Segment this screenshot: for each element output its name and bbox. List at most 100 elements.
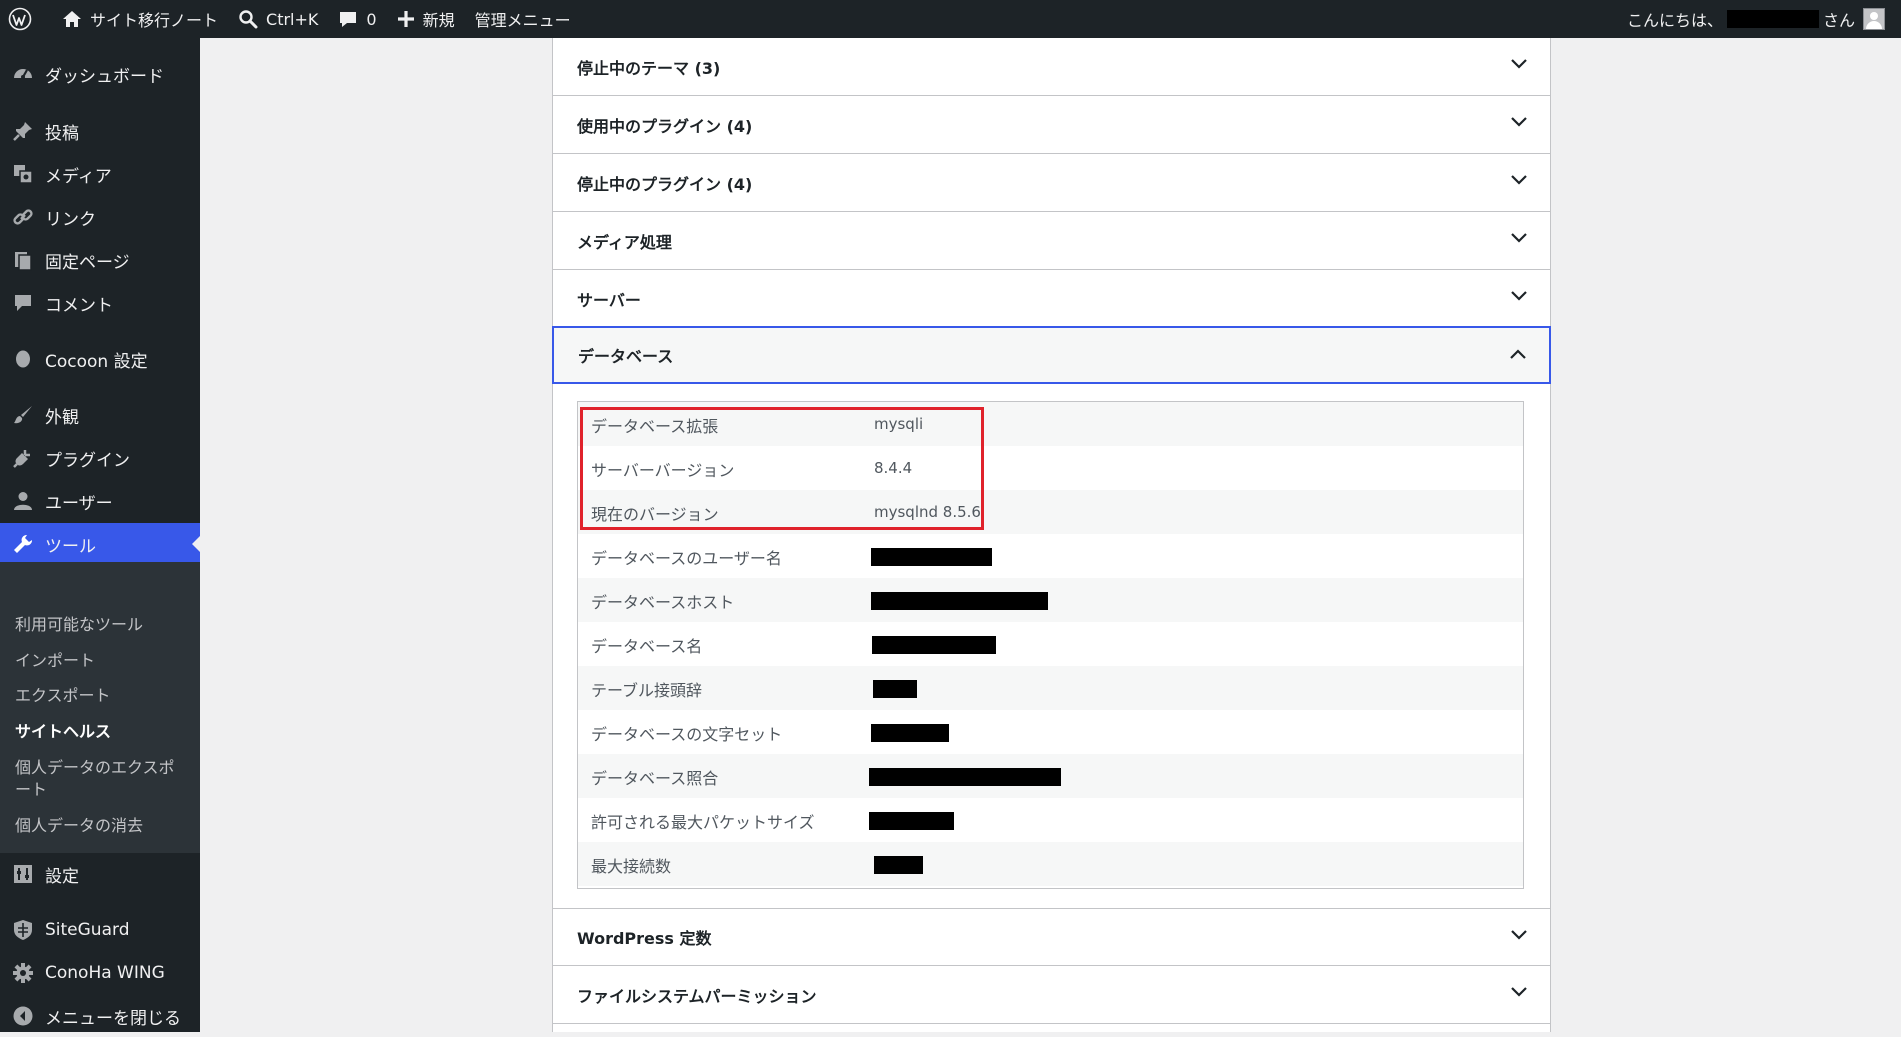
sidebar-item-plugins[interactable]: プラグイン — [0, 437, 200, 479]
tools-submenu: 利用可能なツール インポート エクスポート サイトヘルス 個人データのエクスポ … — [0, 562, 200, 853]
comment-icon — [340, 12, 357, 27]
chevron-down-icon — [1511, 291, 1527, 301]
redacted-value — [873, 680, 917, 698]
row-key: データベース照合 — [591, 769, 719, 788]
table-row: 現在のバージョン mysqlnd 8.5.6 — [578, 490, 1523, 534]
row-key: データベースのユーザー名 — [591, 549, 782, 568]
home-icon — [63, 11, 81, 27]
row-key: 最大接続数 — [591, 857, 672, 876]
sidebar-item-label: メディア — [45, 166, 112, 187]
sidebar-item-pages[interactable]: 固定ページ — [0, 239, 200, 281]
row-value: 8.4.4 — [874, 459, 913, 477]
sidebar-item-conoha-wing[interactable]: ConoHa WING — [0, 952, 200, 994]
sidebar-item-media[interactable]: メディア — [0, 153, 200, 195]
accordion-filesystem-permissions[interactable]: ファイルシステムパーミッション — [553, 966, 1550, 1024]
sidebar-item-tools[interactable]: ツール — [0, 523, 200, 565]
sidebar-item-comments[interactable]: コメント — [0, 282, 200, 324]
submenu-erase-personal-data[interactable]: 個人データの消去 — [15, 815, 143, 837]
cocoon-icon — [11, 347, 35, 371]
sidebar-item-dashboard[interactable]: ダッシュボード — [0, 53, 200, 95]
sidebar-item-posts[interactable]: 投稿 — [0, 110, 200, 152]
row-key: データベース名 — [591, 637, 703, 656]
sidebar-item-cocoon[interactable]: Cocoon 設定 — [0, 338, 200, 380]
table-row: データベースホスト — [578, 578, 1523, 622]
submenu-export-personal-data[interactable]: 個人データのエクスポ — [15, 757, 175, 779]
site-name: サイト移行ノート — [90, 11, 219, 30]
wordpress-logo-icon[interactable] — [0, 0, 52, 38]
sidebar-item-label: 投稿 — [45, 123, 79, 144]
site-name-link[interactable]: サイト移行ノート — [52, 0, 228, 38]
row-key: データベースの文字セット — [591, 725, 783, 744]
sidebar-item-siteguard[interactable]: SiteGuard — [0, 909, 200, 951]
admin-bar: サイト移行ノート Ctrl+K 0 新規 管理メニュー こんにちは、 さん — [0, 0, 1901, 38]
accordion-title: サーバー — [577, 290, 641, 310]
submenu-available-tools[interactable]: 利用可能なツール — [15, 614, 143, 636]
table-row: データベースのユーザー名 — [578, 534, 1523, 578]
redacted-value — [872, 636, 996, 654]
sidebar-item-label: ConoHa WING — [45, 963, 165, 983]
accordion-server[interactable]: サーバー — [553, 270, 1550, 328]
comments-count: 0 — [366, 9, 377, 29]
sidebar-item-label: プラグイン — [45, 450, 130, 471]
avatar[interactable] — [1863, 8, 1885, 30]
submenu-site-health[interactable]: サイトヘルス — [15, 721, 111, 743]
sidebar-item-label: 外観 — [45, 407, 79, 428]
sidebar-item-appearance[interactable]: 外観 — [0, 394, 200, 436]
greeting-prefix: こんにちは、 — [1626, 11, 1723, 30]
sidebar-item-label: ユーザー — [45, 493, 113, 514]
media-icon — [11, 162, 35, 186]
search-shortcut-label: Ctrl+K — [266, 9, 319, 29]
sidebar-item-links[interactable]: リンク — [0, 196, 200, 238]
accordion-title: 停止中のテーマ (3) — [577, 58, 721, 78]
row-key: 許可される最大パケットサイズ — [591, 813, 815, 832]
search-shortcut[interactable]: Ctrl+K — [228, 0, 328, 38]
row-key: データベース拡張 — [591, 417, 719, 436]
accordion-database[interactable]: データベース — [552, 326, 1551, 384]
redacted-value — [869, 768, 1061, 786]
submenu-export[interactable]: エクスポート — [15, 685, 111, 707]
pages-icon — [11, 248, 35, 272]
link-icon — [11, 205, 35, 229]
submenu-import[interactable]: インポート — [15, 650, 95, 672]
chevron-down-icon — [1511, 987, 1527, 997]
accordion-inactive-themes[interactable]: 停止中のテーマ (3) — [553, 38, 1550, 96]
site-health-info-panel: 停止中のテーマ (3) 使用中のプラグイン (4) 停止中のプラグイン (4) … — [552, 38, 1551, 1032]
accordion-title: WordPress 定数 — [577, 929, 712, 948]
accordion-title: 使用中のプラグイン (4) — [577, 116, 753, 136]
sidebar-item-label: 固定ページ — [45, 252, 130, 273]
sidebar-item-label: Cocoon 設定 — [45, 351, 148, 372]
sidebar-item-label: ダッシュボード — [45, 66, 164, 87]
siteguard-icon — [11, 918, 35, 942]
table-row: 最大接続数 — [578, 842, 1523, 886]
accordion-wordpress-constants[interactable]: WordPress 定数 — [553, 908, 1550, 966]
collapse-icon — [11, 1004, 35, 1028]
sidebar-item-label: SiteGuard — [45, 920, 130, 940]
admin-menu-link[interactable]: 管理メニュー — [465, 0, 581, 38]
submenu-export-personal-data-wrap[interactable]: ート — [15, 779, 47, 801]
accordion-inactive-plugins[interactable]: 停止中のプラグイン (4) — [553, 154, 1550, 212]
new-label: 新規 — [422, 11, 455, 30]
row-key: テーブル接頭辞 — [591, 681, 703, 700]
table-row: 許可される最大パケットサイズ — [578, 798, 1523, 842]
user-account-menu[interactable]: こんにちは、 さん — [1627, 0, 1885, 38]
comments-link[interactable]: 0 — [328, 0, 386, 38]
sidebar-item-settings[interactable]: 設定 — [0, 853, 200, 895]
row-key: サーバーバージョン — [591, 461, 735, 480]
chevron-down-icon — [1511, 117, 1527, 127]
sidebar-item-label: コメント — [45, 295, 113, 316]
accordion-title: 停止中のプラグイン (4) — [577, 174, 753, 194]
table-row: テーブル接頭辞 — [578, 666, 1523, 710]
collapse-menu-button[interactable]: メニューを閉じる — [0, 995, 200, 1037]
redacted-value — [871, 592, 1048, 610]
accordion-title: データベース — [578, 347, 674, 366]
accordion-active-plugins[interactable]: 使用中のプラグイン (4) — [553, 96, 1550, 154]
accordion-title: ファイルシステムパーミッション — [577, 986, 817, 1006]
table-row: サーバーバージョン 8.4.4 — [578, 446, 1523, 490]
table-row: データベースの文字セット — [578, 710, 1523, 754]
sidebar-item-label: リンク — [45, 209, 96, 230]
new-content-link[interactable]: 新規 — [387, 0, 465, 38]
accordion-media-handling[interactable]: メディア処理 — [553, 212, 1550, 270]
sidebar-item-users[interactable]: ユーザー — [0, 480, 200, 522]
chevron-down-icon — [1511, 175, 1527, 185]
greeting-suffix: さん — [1822, 11, 1855, 30]
